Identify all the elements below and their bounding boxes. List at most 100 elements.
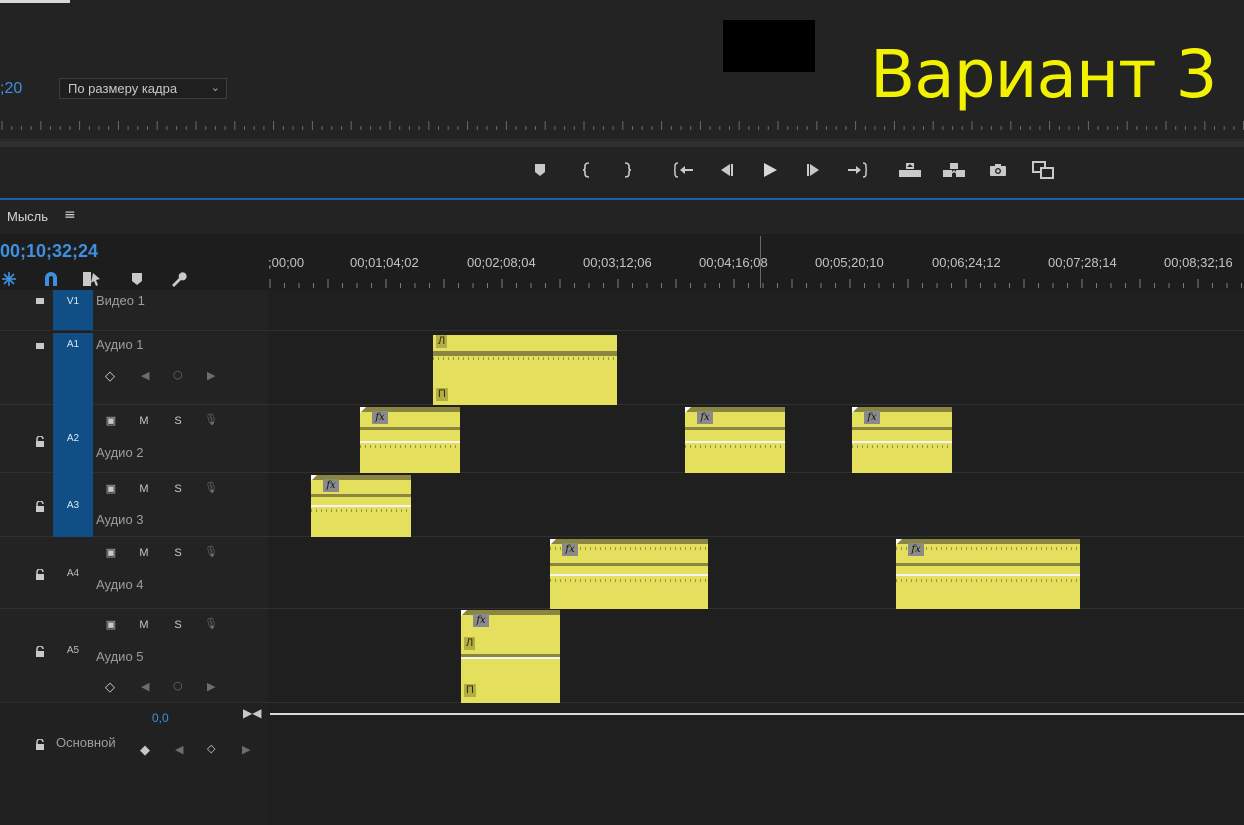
solo-button[interactable]: S [170,547,186,559]
go-to-in-icon [674,162,693,178]
go-to-in-button[interactable] [669,155,699,185]
zoom-level-dropdown[interactable]: По размеру кадра ⌄ [59,78,227,99]
mark-out-button[interactable] [612,155,642,185]
extract-button[interactable] [939,155,969,185]
track-target-v1[interactable]: V1 [53,290,93,330]
lock-icon[interactable] [34,433,48,447]
mute-button[interactable]: M [136,547,152,559]
sync-lock-icon[interactable]: ▣ [103,414,119,427]
lock-icon[interactable] [34,566,48,580]
track-lane-a3[interactable] [268,473,1244,537]
timeline-time-ruler[interactable]: ;00;00 00;01;04;02 00;02;08;04 00;03;12;… [268,236,1244,290]
track-target-a4[interactable]: A4 [53,537,93,609]
microphone-icon[interactable]: 🎙 [203,413,219,426]
solo-button[interactable]: S [170,619,186,631]
audio-clip[interactable]: fx [360,407,460,473]
add-keyframe-icon[interactable]: ◇ [207,742,215,755]
lock-icon[interactable] [34,643,48,657]
nest-button[interactable] [0,268,20,290]
lock-icon[interactable] [34,498,48,512]
next-keyframe-icon[interactable]: ▶ [242,743,250,756]
track-lane-a4[interactable] [268,537,1244,609]
audio-clip[interactable]: fx [550,539,708,609]
export-frame-button[interactable] [983,155,1013,185]
keyframe-toggle-icon[interactable]: ◇ [102,368,118,384]
timeline-timecode[interactable]: 00;10;32;24 [0,241,98,262]
fx-badge: fx [323,479,339,492]
monitor-scrollbar[interactable] [0,141,1244,147]
mute-button[interactable]: M [136,619,152,631]
clip-waveform [360,445,460,448]
play-button[interactable] [755,155,785,185]
add-keyframe-icon[interactable]: ○ [173,679,183,692]
playhead[interactable] [760,236,761,288]
sync-lock-icon[interactable]: ▣ [103,618,119,631]
track-target-a1[interactable]: A1 [53,333,93,405]
keyframe-toggle-icon[interactable]: ◇ [102,679,118,695]
add-timeline-marker-button[interactable] [126,268,148,290]
audio-clip[interactable]: fx [896,539,1080,609]
panel-menu-icon[interactable]: ≡ [64,207,76,223]
compare-view-button[interactable] [1028,155,1058,185]
clip-divider [685,427,785,430]
add-marker-button[interactable] [525,155,555,185]
snap-toggle[interactable] [40,268,62,290]
master-volume-line[interactable] [270,713,1244,715]
keyframe-toggle-icon[interactable]: ◆ [137,742,153,758]
step-back-button[interactable] [711,155,741,185]
volume-rubber-band[interactable] [311,505,411,507]
microphone-icon[interactable]: 🎙 [203,545,219,558]
track-lane-a5[interactable] [268,609,1244,703]
monitor-time-ruler[interactable] [0,112,1244,140]
audio-clip[interactable]: Л П [433,335,617,405]
audio-clip[interactable]: fx Л П [461,610,560,703]
go-to-out-button[interactable] [842,155,872,185]
track-target-a3[interactable]: A3 [53,473,93,537]
add-keyframe-icon[interactable]: ○ [173,368,183,381]
monitor-timecode[interactable]: ;20 [0,80,22,98]
track-lane-v1[interactable] [268,290,1244,331]
prev-keyframe-icon[interactable]: ◀ [141,369,149,382]
lift-button[interactable] [895,155,925,185]
microphone-icon[interactable]: 🎙 [203,481,219,494]
prev-keyframe-icon[interactable]: ◀ [175,743,183,756]
timeline-tracks-area[interactable]: Л П fx fx fx fx fx Л П [268,290,1244,825]
lock-icon[interactable] [34,736,48,750]
volume-rubber-band[interactable] [550,574,708,576]
volume-rubber-band[interactable] [896,574,1080,576]
play-icon [764,163,777,177]
volume-rubber-band[interactable] [461,657,560,659]
step-forward-button[interactable] [799,155,829,185]
solo-button[interactable]: S [170,483,186,495]
audio-clip[interactable]: fx [311,475,411,537]
timeline-settings-button[interactable] [167,268,189,290]
sync-lock-icon[interactable]: ▣ [103,482,119,495]
linked-selection-toggle[interactable] [81,268,103,290]
volume-rubber-band[interactable] [360,441,460,443]
track-target-a5[interactable]: A5 [53,609,93,703]
prev-keyframe-icon[interactable]: ◀ [141,680,149,693]
mark-in-button[interactable] [572,155,602,185]
next-keyframe-icon[interactable]: ▶ [207,369,215,382]
next-keyframe-icon[interactable]: ▶ [207,680,215,693]
volume-rubber-band[interactable] [685,441,785,443]
program-monitor: Вариант 3 ;20 По размеру кадра ⌄ [0,0,1244,198]
volume-rubber-band[interactable] [852,441,952,443]
solo-button[interactable]: S [170,415,186,427]
mute-button[interactable]: M [136,415,152,427]
clip-waveform [896,579,1080,582]
audio-clip[interactable]: fx [852,407,952,473]
track-target-a2[interactable]: A2 [53,405,93,473]
audio-clip[interactable]: fx [685,407,785,473]
master-volume-value[interactable]: 0,0 [152,711,169,725]
clip-divider [896,563,1080,566]
microphone-icon[interactable]: 🎙 [203,617,219,630]
mute-button[interactable]: M [136,483,152,495]
track-lane-a1[interactable] [268,333,1244,405]
master-collapse-icon[interactable]: ▶◀ [243,706,261,720]
lock-icon[interactable] [34,335,48,349]
sequence-tab[interactable]: Мысль [7,209,48,224]
track-name: Видео 1 [96,293,145,308]
sync-lock-icon[interactable]: ▣ [103,546,119,559]
lock-icon[interactable] [34,290,48,304]
